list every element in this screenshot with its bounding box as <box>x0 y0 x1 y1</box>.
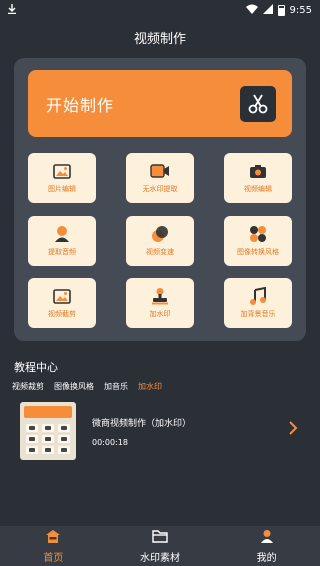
status-bar: 9:55 <box>0 0 320 20</box>
tool-image-style-transfer[interactable]: 图像转换风格 <box>224 216 292 266</box>
image-icon <box>52 162 72 180</box>
tool-image-edit[interactable]: 图片编辑 <box>28 153 96 203</box>
tool-label: 视频编辑 <box>244 185 272 193</box>
start-create-label: 开始制作 <box>46 95 115 115</box>
tutorial-tabs: 视频裁剪 图像换风格 加音乐 加水印 <box>12 381 162 392</box>
tool-extract-audio[interactable]: 提取音频 <box>28 216 96 266</box>
nav-watermark-materials[interactable]: 水印素材 <box>107 526 214 566</box>
chevron-right-icon[interactable] <box>288 420 298 440</box>
nav-home[interactable]: 首页 <box>0 526 107 566</box>
tab-video-cut[interactable]: 视频裁剪 <box>12 381 44 392</box>
tab-add-watermark[interactable]: 加水印 <box>138 381 162 392</box>
tutorial-thumbnail <box>20 402 76 460</box>
nav-label: 我的 <box>256 553 277 564</box>
folder-icon <box>152 528 168 547</box>
person-icon <box>52 225 72 243</box>
tool-label: 无水印提取 <box>142 185 178 193</box>
image-icon <box>52 287 72 305</box>
tool-watermark-free-extract[interactable]: 无水印提取 <box>126 153 194 203</box>
tool-add-watermark[interactable]: 加水印 <box>126 278 194 328</box>
tutorial-item-title: 微商视频制作（加水印） <box>92 419 192 429</box>
tool-add-background-music[interactable]: 加背景音乐 <box>224 278 292 328</box>
tool-label: 加背景音乐 <box>240 310 276 318</box>
page-title: 视频制作 <box>133 32 186 47</box>
camera-icon <box>248 162 268 180</box>
start-create-button[interactable]: 开始制作 <box>28 70 292 137</box>
bottom-nav: 首页 水印素材 我的 <box>0 526 320 566</box>
tool-label: 加水印 <box>149 310 171 318</box>
home-icon <box>45 528 61 547</box>
tutorial-section-title: 教程中心 <box>14 361 58 374</box>
tool-label: 提取音频 <box>48 248 76 256</box>
wifi-icon <box>245 4 258 17</box>
video-camera-icon <box>150 162 170 180</box>
tool-label: 图像转换风格 <box>237 248 279 256</box>
tool-video-edit[interactable]: 视频编辑 <box>224 153 292 203</box>
flower-icon <box>248 225 268 243</box>
tab-image-style[interactable]: 图像换风格 <box>54 381 94 392</box>
tool-label: 视频变速 <box>146 248 174 256</box>
speed-circles-icon <box>150 225 170 243</box>
tool-video-cut[interactable]: 视频截剪 <box>28 278 96 328</box>
scissors-icon <box>240 85 276 122</box>
tab-add-music[interactable]: 加音乐 <box>104 381 128 392</box>
nav-mine[interactable]: 我的 <box>213 526 320 566</box>
status-time: 9:55 <box>289 4 312 16</box>
user-icon <box>260 528 274 547</box>
nav-label: 首页 <box>43 553 64 564</box>
tool-label: 视频截剪 <box>48 310 76 318</box>
tools-panel: 开始制作 图片编辑 无水印提取 视频编辑 提取音频 视频变速 图像转换风格 视频… <box>14 58 306 341</box>
nav-label: 水印素材 <box>140 553 180 564</box>
signal-icon <box>262 3 273 17</box>
tool-label: 图片编辑 <box>48 185 76 193</box>
tool-video-speed[interactable]: 视频变速 <box>126 216 194 266</box>
download-icon <box>8 3 16 17</box>
stamp-icon <box>150 287 170 305</box>
music-note-icon <box>248 287 268 305</box>
tutorial-list-item[interactable]: 微商视频制作（加水印） 00:00:18 <box>20 402 310 462</box>
battery-icon <box>277 4 285 16</box>
tutorial-item-duration: 00:00:18 <box>92 438 128 447</box>
